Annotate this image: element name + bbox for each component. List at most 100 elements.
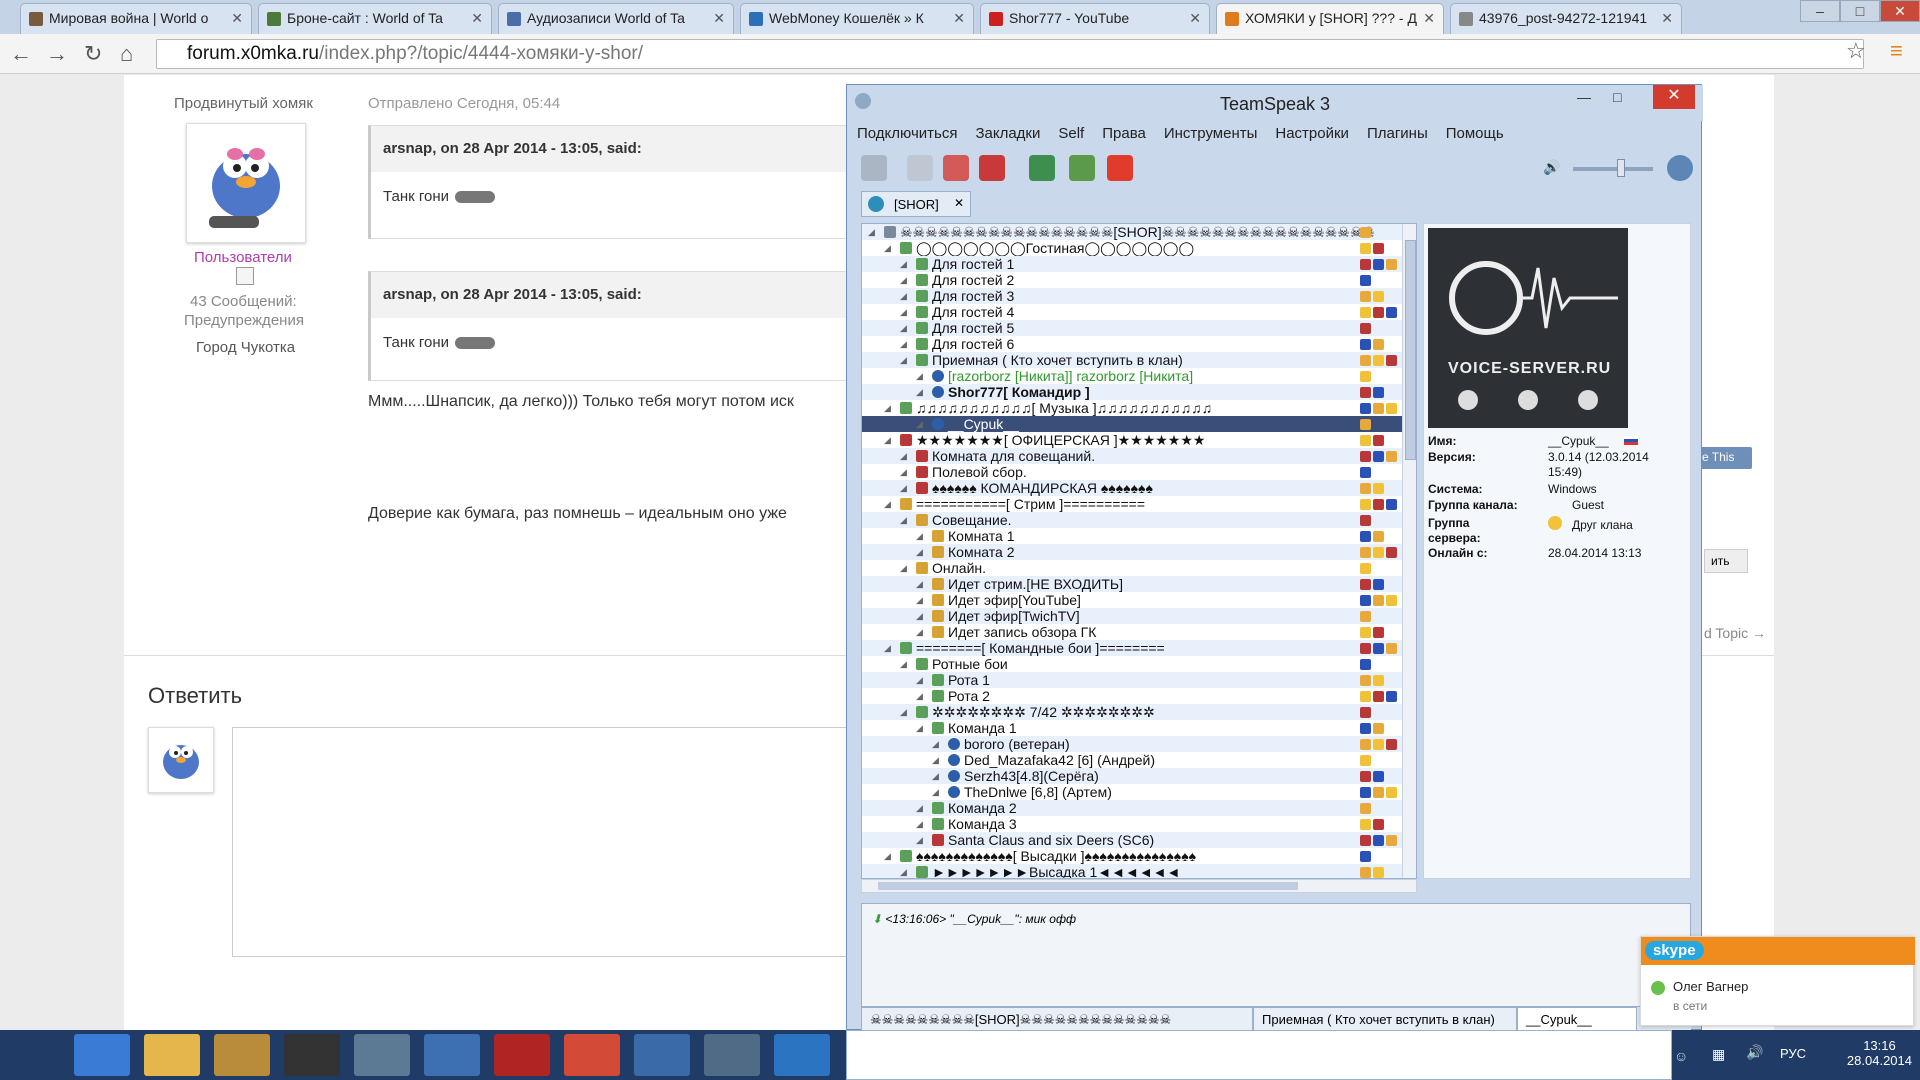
expand-arrow-icon[interactable]: ◢ xyxy=(916,688,923,704)
expand-arrow-icon[interactable]: ◢ xyxy=(916,800,923,816)
chat-tab-private[interactable]: __Cypuk__ xyxy=(1517,1007,1637,1031)
ie-taskbar-icon[interactable] xyxy=(74,1034,130,1076)
client-row[interactable]: ◢ TheDnlwe [6,8] (Артем) xyxy=(862,784,1402,800)
away-icon[interactable] xyxy=(943,155,969,181)
expand-arrow-icon[interactable]: ◢ xyxy=(900,864,907,878)
channel-row[interactable]: ◢ Для гостей 4 xyxy=(862,304,1402,320)
volume-slider-handle[interactable] xyxy=(1617,159,1625,177)
channel-row[interactable]: ◢ Онлайн. xyxy=(862,560,1402,576)
expand-arrow-icon[interactable]: ◢ xyxy=(900,272,907,288)
channel-row[interactable]: ◢ Команда 3 xyxy=(862,816,1402,832)
server-banner[interactable]: VOICE-SERVER.RU xyxy=(1428,228,1628,428)
ts-maximize-button[interactable]: □ xyxy=(1613,89,1621,105)
skype-notification[interactable]: skype Олег Вагнер в сети xyxy=(1640,936,1915,1026)
expand-arrow-icon[interactable]: ◢ xyxy=(900,320,907,336)
expand-arrow-icon[interactable]: ◢ xyxy=(916,832,923,848)
start-taskbar-icon[interactable] xyxy=(4,1034,60,1076)
channel-row[interactable]: ◢ Комната 2 xyxy=(862,544,1402,560)
bookmark-star-icon[interactable]: ☆ xyxy=(1846,38,1866,64)
expand-arrow-icon[interactable]: ◢ xyxy=(884,400,891,416)
minimize-window-button[interactable]: – xyxy=(1800,0,1840,22)
expand-arrow-icon[interactable]: ◢ xyxy=(900,288,907,304)
channel-row[interactable]: ◢ Для гостей 2 xyxy=(862,272,1402,288)
expand-arrow-icon[interactable]: ◢ xyxy=(900,656,907,672)
emoji-icon[interactable]: ☺ xyxy=(1674,1048,1688,1064)
expand-arrow-icon[interactable]: ◢ xyxy=(916,368,923,384)
user-group-link[interactable]: Пользователи xyxy=(194,249,292,266)
home-icon[interactable]: ⌂ xyxy=(120,41,133,67)
channel-row[interactable]: ◢ Santa Claus and six Deers (SC6) xyxy=(862,832,1402,848)
expand-arrow-icon[interactable]: ◢ xyxy=(884,496,891,512)
disconnect-icon[interactable] xyxy=(907,155,933,181)
expand-arrow-icon[interactable]: ◢ xyxy=(916,720,923,736)
close-tab-icon[interactable]: ✕ xyxy=(953,10,965,27)
expand-arrow-icon[interactable]: ◢ xyxy=(916,672,923,688)
teamspeak-taskbar-icon[interactable] xyxy=(704,1034,760,1076)
user-avatar[interactable] xyxy=(186,123,306,243)
close-tab-icon[interactable]: ✕ xyxy=(231,10,243,27)
client-row[interactable]: ◢ __Cypuk__ xyxy=(862,416,1402,432)
channel-row[interactable]: ◢ Для гостей 6 xyxy=(862,336,1402,352)
ts-menu-item[interactable]: Права xyxy=(1102,125,1146,142)
channel-row[interactable]: ◢ Приемная ( Кто хочет вступить в клан) xyxy=(862,352,1402,368)
ts-menu-item[interactable]: Настройки xyxy=(1275,125,1349,142)
expand-arrow-icon[interactable]: ◢ xyxy=(868,224,875,240)
client-row[interactable]: ◢ Serzh43[4.8](Серёга) xyxy=(862,768,1402,784)
like-button[interactable]: e This xyxy=(1696,447,1752,469)
chat-tab-server[interactable]: ☠☠☠☠☠☠☠☠☠[SHOR]☠☠☠☠☠☠☠☠☠☠☠☠☠ xyxy=(861,1007,1253,1031)
reply-editor[interactable] xyxy=(232,727,872,957)
browser-tab[interactable]: WebMoney Кошелёк » К ✕ xyxy=(740,3,974,34)
expand-arrow-icon[interactable]: ◢ xyxy=(884,640,891,656)
speaker-icon[interactable]: 🔊 xyxy=(1746,1044,1763,1061)
mute-microphone-icon[interactable] xyxy=(979,155,1005,181)
channel-row[interactable]: ◢ Идет эфир[TwichTV] xyxy=(862,608,1402,624)
status-icon[interactable] xyxy=(1667,155,1693,181)
expand-arrow-icon[interactable]: ◢ xyxy=(884,432,891,448)
expand-arrow-icon[interactable]: ◢ xyxy=(900,704,907,720)
scroll-thumb[interactable] xyxy=(1405,240,1416,460)
channel-row[interactable]: ◢ Для гостей 5 xyxy=(862,320,1402,336)
connect-icon[interactable] xyxy=(861,155,887,181)
channel-row[interactable]: ◢ ☠☠☠☠☠☠☠☠☠☠☠☠☠☠☠☠☠[SHOR]☠☠☠☠☠☠☠☠☠☠☠☠☠☠☠☠… xyxy=(862,224,1402,240)
expand-arrow-icon[interactable]: ◢ xyxy=(932,784,939,800)
app2-taskbar-icon[interactable] xyxy=(284,1034,340,1076)
close-tab-icon[interactable]: ✕ xyxy=(713,10,725,27)
next-topic-link[interactable]: d Topic → xyxy=(1704,625,1766,641)
app4-taskbar-icon[interactable] xyxy=(424,1034,480,1076)
server-info-icon[interactable] xyxy=(1029,155,1055,181)
expand-arrow-icon[interactable]: ◢ xyxy=(900,512,907,528)
expand-arrow-icon[interactable]: ◢ xyxy=(884,848,891,864)
channel-row[interactable]: ◢ Рота 1 xyxy=(862,672,1402,688)
browser-tab[interactable]: Shor777 - YouTube ✕ xyxy=(980,3,1210,34)
server-tab[interactable]: [SHOR] ✕ xyxy=(861,191,971,217)
channel-row[interactable]: ◢ ========[ Командные бои ]======== xyxy=(862,640,1402,656)
network-icon[interactable]: ▦ xyxy=(1712,1046,1725,1063)
expand-arrow-icon[interactable]: ◢ xyxy=(916,816,923,832)
channel-tree[interactable]: ◢ ☠☠☠☠☠☠☠☠☠☠☠☠☠☠☠☠☠[SHOR]☠☠☠☠☠☠☠☠☠☠☠☠☠☠☠☠… xyxy=(861,223,1417,879)
expand-arrow-icon[interactable]: ◢ xyxy=(900,352,907,368)
clock[interactable]: 13:16 28.04.2014 xyxy=(1847,1038,1912,1068)
channel-row[interactable]: ◢ ♠♠♠♠♠♠ КОМАНДИРСКАЯ ♠♠♠♠♠♠♠ xyxy=(862,480,1402,496)
maximize-window-button[interactable]: □ xyxy=(1840,0,1880,22)
browser-tab[interactable]: Броне-сайт : World of Ta ✕ xyxy=(258,3,492,34)
channel-row[interactable]: ◢ Ротные бои xyxy=(862,656,1402,672)
expand-arrow-icon[interactable]: ◢ xyxy=(916,576,923,592)
app5-taskbar-icon[interactable] xyxy=(634,1034,690,1076)
ts-menu-item[interactable]: Подключиться xyxy=(857,125,957,142)
ts-menu-item[interactable]: Self xyxy=(1058,125,1084,142)
ts-menu-item[interactable]: Закладки xyxy=(975,125,1040,142)
chat-tab-channel[interactable]: Приемная ( Кто хочет вступить в клан) xyxy=(1253,1007,1517,1031)
expand-arrow-icon[interactable]: ◢ xyxy=(916,544,923,560)
channel-row[interactable]: ◢ Совещание. xyxy=(862,512,1402,528)
channel-row[interactable]: ◢ ===========[ Стрим ]========== xyxy=(862,496,1402,512)
channel-row[interactable]: ◢ ►►►►►►►Высадка 1◄◄◄◄◄◄ xyxy=(862,864,1402,878)
channel-row[interactable]: ◢ ✲✲✲✲✲✲✲✲ 7/42 ✲✲✲✲✲✲✲✲ xyxy=(862,704,1402,720)
expand-arrow-icon[interactable]: ◢ xyxy=(916,608,923,624)
chat-input[interactable] xyxy=(846,1030,1672,1080)
browser-tab[interactable]: Аудиозаписи World of Ta ✕ xyxy=(498,3,734,34)
browser-tab[interactable]: 43976_post-94272-121941 ✕ xyxy=(1450,3,1682,34)
expand-arrow-icon[interactable]: ◢ xyxy=(916,528,923,544)
close-tab-icon[interactable]: ✕ xyxy=(471,10,483,27)
channel-row[interactable]: ◢ Для гостей 1 xyxy=(862,256,1402,272)
channel-row[interactable]: ◢ ♠♠♠♠♠♠♠♠♠♠♠♠♠[ Высадки ]♠♠♠♠♠♠♠♠♠♠♠♠♠♠♠ xyxy=(862,848,1402,864)
